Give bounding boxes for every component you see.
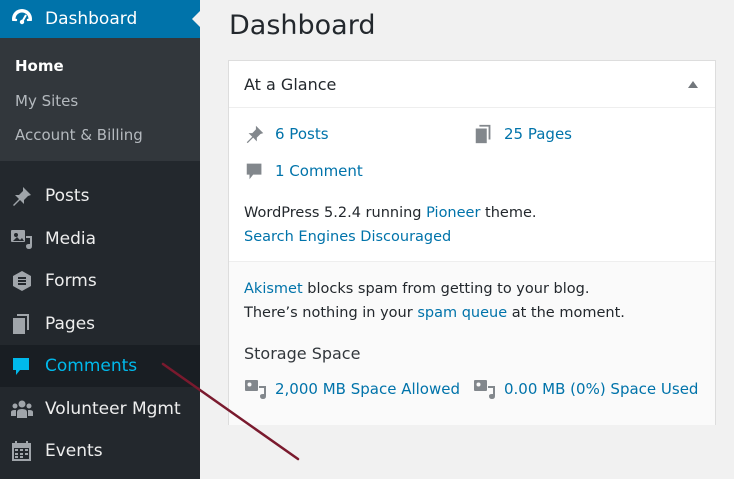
comments-count-link[interactable]: 1 Comment: [275, 161, 363, 181]
collapse-toggle-icon[interactable]: [688, 81, 698, 88]
space-used-link[interactable]: 0.00 MB (0%) Space Used: [504, 379, 698, 399]
menu-item-volunteer-mgmt[interactable]: Volunteer Mgmt: [0, 388, 200, 430]
menu-item-label: Media: [45, 229, 97, 249]
akismet-text: blocks spam from getting to your blog.: [302, 281, 590, 297]
current-menu-arrow: [192, 11, 200, 27]
menu-item-label: Dashboard: [45, 9, 138, 29]
pages-icon: [473, 123, 495, 145]
posts-count-link[interactable]: 6 Posts: [275, 124, 329, 144]
admin-sidebar: Dashboard Home My Sites Account & Billin…: [0, 0, 200, 479]
search-engines-line: Search Engines Discouraged: [244, 227, 451, 247]
theme-suffix-text: theme.: [480, 205, 537, 221]
menu-item-label: Volunteer Mgmt: [45, 399, 181, 419]
pushpin-icon: [10, 185, 34, 207]
forms-icon: [10, 270, 34, 292]
akismet-section: Akismet blocks spam from getting to your…: [229, 261, 715, 425]
wordpress-version-line: WordPress 5.2.4 running Pioneer theme.: [244, 203, 537, 223]
calendar-icon: [10, 440, 34, 462]
storage-icon: [473, 377, 497, 401]
spam-text-pre: There’s nothing in your: [244, 305, 418, 321]
menu-item-events[interactable]: Events: [0, 430, 200, 472]
storage-icon: [244, 377, 268, 401]
menu-item-label: Events: [45, 441, 103, 461]
at-a-glance-widget: At a Glance 6 Posts 25 Pages 1 Comment W…: [228, 60, 716, 425]
menu-item-label: Forms: [45, 271, 97, 291]
dashboard-icon: [11, 8, 33, 30]
widget-header[interactable]: At a Glance: [229, 61, 715, 108]
page-title: Dashboard: [229, 10, 376, 41]
menu-item-label: Comments: [45, 356, 138, 376]
search-engines-discouraged-link[interactable]: Search Engines Discouraged: [244, 229, 451, 245]
spam-text-post: at the moment.: [507, 305, 625, 321]
widget-title: At a Glance: [244, 75, 337, 94]
menu-item-comments[interactable]: Comments: [0, 345, 200, 387]
groups-icon: [10, 398, 34, 420]
menu-item-pages[interactable]: Pages: [0, 303, 200, 345]
storage-space-heading: Storage Space: [244, 344, 361, 363]
dashboard-submenu: Home My Sites Account & Billing: [0, 38, 200, 161]
submenu-item-my-sites[interactable]: My Sites: [15, 91, 78, 111]
space-allowed-link[interactable]: 2,000 MB Space Allowed: [275, 379, 460, 399]
theme-link[interactable]: Pioneer: [426, 205, 480, 221]
menu-item-posts[interactable]: Posts: [0, 175, 200, 217]
spam-queue-link[interactable]: spam queue: [417, 305, 507, 321]
media-icon: [10, 228, 34, 250]
menu-item-forms[interactable]: Forms: [0, 260, 200, 302]
submenu-item-home[interactable]: Home: [15, 56, 64, 76]
menu-item-media[interactable]: Media: [0, 218, 200, 260]
version-text: WordPress 5.2.4 running: [244, 205, 427, 221]
menu-item-label: Posts: [45, 186, 90, 206]
menu-item-dashboard[interactable]: Dashboard: [0, 0, 200, 38]
spam-line: There’s nothing in your spam queue at th…: [244, 303, 625, 323]
submenu-item-account-billing[interactable]: Account & Billing: [15, 125, 143, 145]
menu-item-label: Pages: [45, 314, 96, 334]
pages-icon: [10, 313, 34, 335]
pages-count-link[interactable]: 25 Pages: [504, 124, 572, 144]
comment-icon: [10, 355, 34, 377]
comment-icon: [244, 160, 266, 182]
akismet-line: Akismet blocks spam from getting to your…: [244, 279, 589, 299]
akismet-link[interactable]: Akismet: [244, 281, 303, 297]
pushpin-icon: [244, 123, 266, 145]
